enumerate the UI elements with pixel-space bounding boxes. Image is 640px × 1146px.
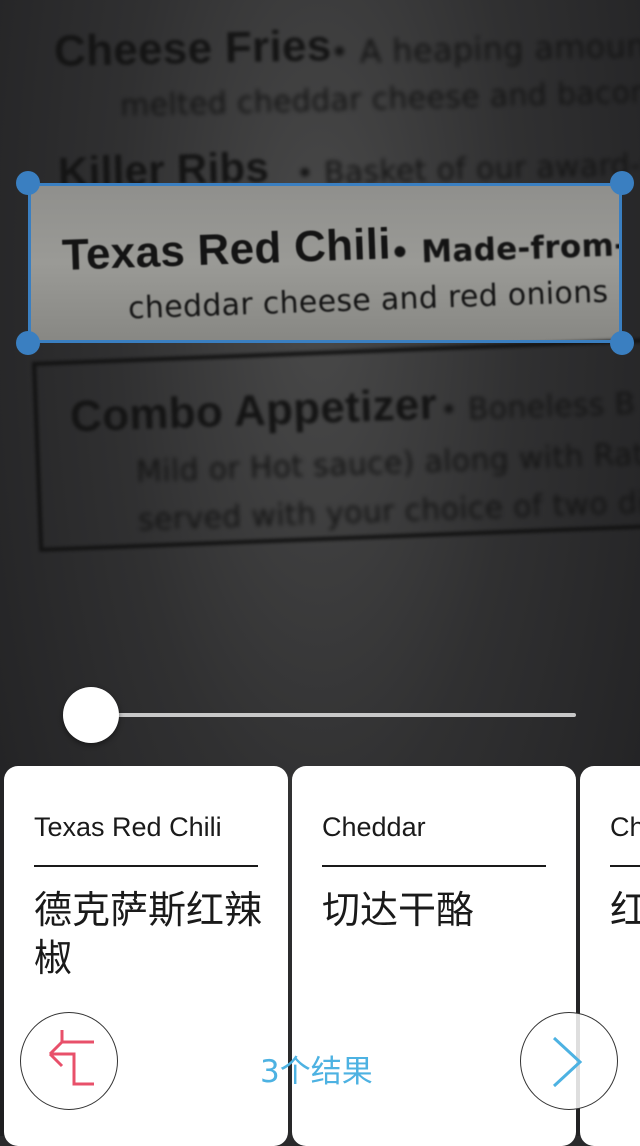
results-count: 3个结果: [260, 1054, 373, 1090]
translated-text: 红: [610, 888, 640, 932]
back-arrow-icon: [48, 1029, 94, 1085]
zoom-slider-track[interactable]: [90, 713, 576, 717]
menu-line: Cheese Fries: [53, 21, 333, 76]
text-selection-box[interactable]: [28, 183, 622, 343]
translated-text: 德克萨斯红辣椒: [34, 888, 263, 980]
zoom-slider-thumb[interactable]: [63, 687, 119, 743]
divider: [610, 865, 640, 867]
menu-line: melted cheddar cheese and bacon: [119, 75, 640, 124]
chevron-right-icon: [552, 1036, 582, 1087]
selection-handle-top-right[interactable]: [610, 171, 634, 195]
divider: [34, 865, 258, 867]
divider: [322, 865, 546, 867]
selection-handle-bottom-left[interactable]: [16, 331, 40, 355]
translated-text: 切达干酪: [322, 888, 475, 932]
source-text: Texas Red Chili: [34, 812, 222, 842]
source-text: Cheddar: [322, 812, 426, 842]
source-text: Ch: [610, 812, 640, 842]
next-button[interactable]: [520, 1012, 618, 1110]
back-button[interactable]: [20, 1012, 118, 1110]
selection-handle-bottom-right[interactable]: [610, 331, 634, 355]
selection-handle-top-left[interactable]: [16, 171, 40, 195]
menu-line: • A heaping amount: [329, 26, 640, 72]
menu-line: • Boneless B: [439, 386, 636, 429]
